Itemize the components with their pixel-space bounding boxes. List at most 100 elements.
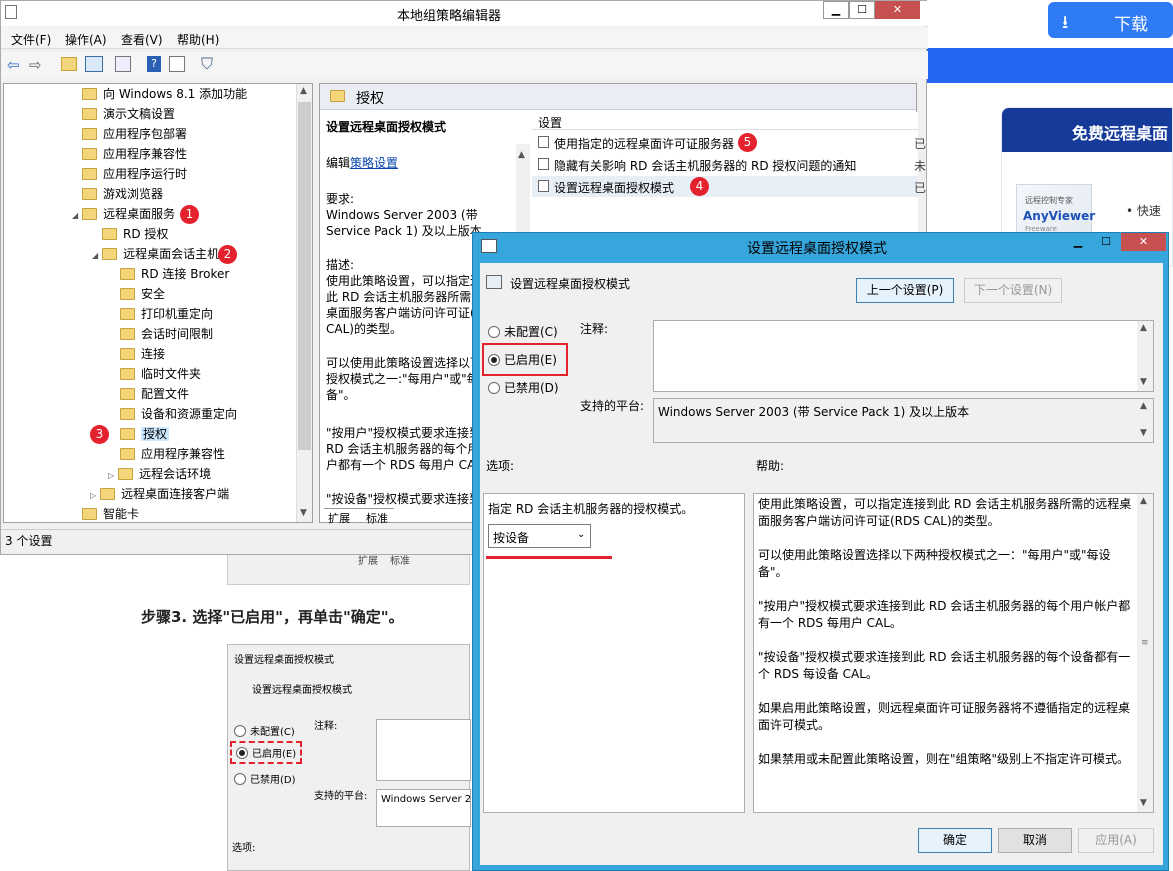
dialog-minimize-button[interactable]: ▁ xyxy=(1065,234,1091,252)
menu-file[interactable]: 文件(F) xyxy=(11,31,51,48)
menu-help[interactable]: 帮助(H) xyxy=(177,31,219,48)
edit-policy-link[interactable]: 策略设置 xyxy=(350,156,398,170)
ok-label: 确定 xyxy=(942,833,967,847)
tree-item[interactable]: 向 Windows 8.1 添加功能 xyxy=(82,84,247,104)
desc-line-4: CAL)的类型。 xyxy=(326,322,402,336)
platform-scrollbar[interactable]: ▲ ▼ xyxy=(1137,399,1153,442)
ok-button[interactable]: 确定 xyxy=(918,828,992,853)
setting-row[interactable]: 设置远程桌面授权模式 已 4 xyxy=(532,176,926,197)
help-paragraph: 如果启用此策略设置，则远程桌面许可证服务器将不遵循指定的远程桌面许可模式。 xyxy=(758,701,1131,732)
radio-enabled[interactable]: 已启用(E) xyxy=(488,351,557,368)
tree-item[interactable]: 应用程序包部署 xyxy=(82,124,187,144)
next-setting-button[interactable]: 下一个设置(N) xyxy=(964,278,1062,303)
tree-item[interactable]: 演示文稿设置 xyxy=(82,104,175,124)
show-hide-tree-icon[interactable] xyxy=(85,56,103,72)
help-paragraph: "按用户"授权模式要求连接到此 RD 会话主机服务器的每个用户帐户都有一个 RD… xyxy=(758,599,1131,630)
export-list-icon[interactable] xyxy=(115,56,131,72)
dialog-close-button[interactable]: ✕ xyxy=(1121,233,1166,251)
scroll-down-icon[interactable]: ▼ xyxy=(300,508,307,518)
up-folder-icon[interactable] xyxy=(61,57,77,71)
platform-value: Windows Server 2003 (带 Service Pack 1) 及… xyxy=(658,405,970,419)
help-scroll-up-icon[interactable]: ▲ xyxy=(1140,496,1147,506)
dialog-maximize-button[interactable]: ☐ xyxy=(1093,234,1119,252)
radio-enabled-circle xyxy=(488,353,500,366)
expand-arrow-icon[interactable]: ◢ xyxy=(92,251,98,260)
tree-item[interactable]: RD 授权 xyxy=(102,224,168,244)
expand-arrow-icon[interactable]: ▷ xyxy=(90,491,96,500)
close-button[interactable]: ✕ xyxy=(875,1,920,19)
tree-item[interactable]: 游戏浏览器 xyxy=(82,184,163,204)
tree-item[interactable]: 设备和资源重定向 xyxy=(120,404,237,424)
comment-scrollbar[interactable]: ▲ ▼ xyxy=(1137,321,1153,391)
tree-scrollbar[interactable]: ▲ ▼ xyxy=(296,84,312,522)
tree-item[interactable]: 安全 xyxy=(120,284,165,304)
product-sub: 远程控制专家 xyxy=(1025,196,1073,205)
tree-item[interactable]: ◢ 远程桌面服务 xyxy=(72,204,175,224)
help-scroll-down-icon[interactable]: ▼ xyxy=(1140,798,1147,808)
settings-list-header[interactable]: 设置 xyxy=(532,112,918,130)
tree-item[interactable]: 应用程序兼容性 xyxy=(82,144,187,164)
tree-item[interactable]: ◢ 远程桌面会话主机 xyxy=(92,244,219,264)
setting-row[interactable]: 隐藏有关影响 RD 会话主机服务器的 RD 授权问题的通知 未 xyxy=(532,154,926,175)
tab-standard[interactable]: 标准 xyxy=(366,510,388,526)
tree-item[interactable]: 应用程序运行时 xyxy=(82,164,187,184)
mini-comment-label: 注释: xyxy=(314,721,338,732)
folder-icon xyxy=(120,307,135,320)
comment-scroll-down-icon[interactable]: ▼ xyxy=(1140,377,1147,387)
folder-icon xyxy=(120,387,135,400)
setting-row[interactable]: 使用指定的远程桌面许可证服务器 已 5 xyxy=(532,132,926,153)
radio-not-configured[interactable]: 未配置(C) xyxy=(488,323,558,340)
mini-enabled-label: 已启用(E) xyxy=(252,749,297,760)
tree-item[interactable]: 授权 xyxy=(120,424,170,444)
tree-item[interactable]: ▷ 远程桌面连接客户端 xyxy=(90,484,229,504)
help-scroll-grip-icon[interactable]: ≡ xyxy=(1141,638,1149,648)
tree-item[interactable]: 应用程序兼容性 xyxy=(120,444,225,464)
forward-arrow-icon[interactable]: ⇨ xyxy=(29,56,42,74)
folder-icon xyxy=(82,187,97,200)
tree-item[interactable]: RD 连接 Broker xyxy=(120,264,229,284)
back-arrow-icon[interactable]: ⇦ xyxy=(7,56,20,74)
cancel-button[interactable]: 取消 xyxy=(998,828,1072,853)
tree-item[interactable]: ▷ 远程会话环境 xyxy=(108,464,211,484)
comment-field[interactable]: ▲ ▼ xyxy=(653,320,1154,392)
menu-action[interactable]: 操作(A) xyxy=(65,31,107,48)
download-button[interactable]: ⭳ 下载 xyxy=(1048,2,1173,38)
tree-item[interactable]: 智能卡 xyxy=(82,504,139,524)
tree-item-label: 应用程序包部署 xyxy=(103,127,188,141)
maximize-button[interactable]: ☐ xyxy=(849,1,875,19)
mini-radio-enabled: 已启用(E) xyxy=(230,741,303,764)
desc-line-1: 使用此策略设置，可以指定连 xyxy=(326,274,483,288)
platform-scroll-down-icon[interactable]: ▼ xyxy=(1140,428,1147,438)
comment-scroll-up-icon[interactable]: ▲ xyxy=(1140,323,1147,333)
expand-arrow-icon[interactable]: ▷ xyxy=(108,471,114,480)
not-configured-label: 未配置(C) xyxy=(504,325,558,339)
apply-button[interactable]: 应用(A) xyxy=(1078,828,1154,853)
tree-item-label: 应用程序兼容性 xyxy=(103,147,188,161)
view-tabs: 扩展 标准 xyxy=(324,508,394,526)
prev-setting-button[interactable]: 上一个设置(P) xyxy=(856,278,954,303)
tree-item[interactable]: 打印机重定向 xyxy=(120,304,213,324)
tree-item[interactable]: 会话时间限制 xyxy=(120,324,213,344)
help-icon[interactable]: ? xyxy=(147,56,161,72)
scroll-thumb[interactable] xyxy=(298,102,311,450)
filter-icon[interactable]: ⛉ xyxy=(201,54,213,74)
help-scrollbar[interactable]: ▲ ≡ ▼ xyxy=(1137,494,1153,812)
properties-icon[interactable] xyxy=(169,56,185,72)
tree-item[interactable]: 连接 xyxy=(120,344,165,364)
license-mode-select[interactable]: 按设备 ⌄ xyxy=(488,524,591,548)
tree-item[interactable]: 配置文件 xyxy=(120,384,189,404)
desc-line-3: 桌面服务客户端访问许可证(R xyxy=(326,306,484,320)
scroll-up-icon[interactable]: ▲ xyxy=(300,86,307,96)
tree-pane: 向 Windows 8.1 添加功能 演示文稿设置 应用程序包部署 应用程序兼容性 应用… xyxy=(3,83,313,523)
help-paragraph: 可以使用此策略设置选择以下两种授权模式之一："每用户"或"每设备"。 xyxy=(758,548,1111,579)
tree-item-label: 远程桌面连接客户端 xyxy=(121,487,230,501)
tab-extended[interactable]: 扩展 xyxy=(328,510,350,526)
desc-scroll-up-icon[interactable]: ▲ xyxy=(518,150,525,160)
platform-scroll-up-icon[interactable]: ▲ xyxy=(1140,401,1147,411)
minimize-button[interactable]: ▁ xyxy=(823,1,849,19)
radio-disabled[interactable]: 已禁用(D) xyxy=(488,379,559,396)
folder-icon xyxy=(82,507,97,520)
menu-view[interactable]: 查看(V) xyxy=(121,31,163,48)
expand-arrow-icon[interactable]: ◢ xyxy=(72,211,78,220)
tree-item[interactable]: 临时文件夹 xyxy=(120,364,201,384)
